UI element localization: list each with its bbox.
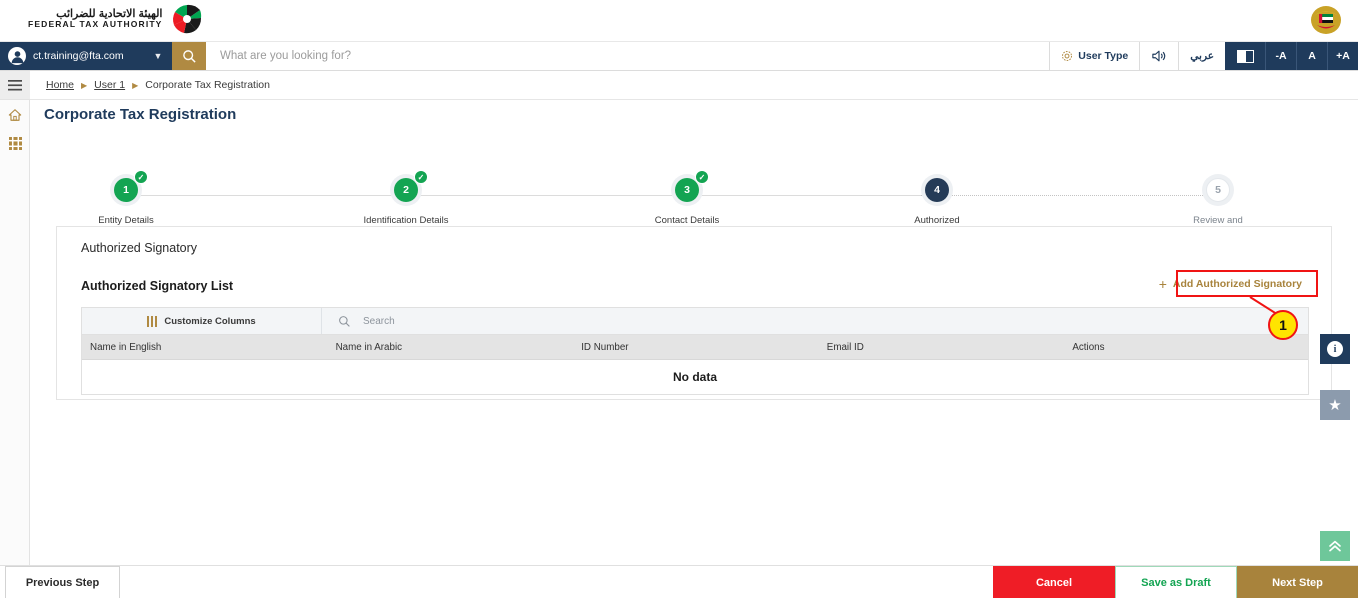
step-number-4: 4 bbox=[925, 178, 949, 202]
font-decrease-label: -A bbox=[1275, 50, 1286, 62]
gear-icon bbox=[1061, 50, 1073, 62]
next-step-button[interactable]: Next Step bbox=[1237, 566, 1358, 598]
column-header-name-arabic[interactable]: Name in Arabic bbox=[328, 335, 574, 359]
breadcrumb: Home ▶ User 1 ▶ Corporate Tax Registrati… bbox=[30, 71, 1358, 100]
user-email-label: ct.training@fta.com bbox=[33, 50, 145, 62]
step-number-3: 3 bbox=[675, 178, 699, 202]
uae-emblem-icon bbox=[1308, 2, 1344, 40]
chevron-down-icon[interactable]: ▼ bbox=[152, 51, 164, 61]
step-number-2: 2 bbox=[394, 178, 418, 202]
table-search-placeholder: Search bbox=[363, 316, 395, 327]
contrast-toggle-button[interactable] bbox=[1225, 42, 1265, 70]
add-authorized-signatory-button[interactable]: + Add Authorized Signatory bbox=[1152, 272, 1309, 296]
breadcrumb-home[interactable]: Home bbox=[46, 79, 74, 91]
step-node-2: 2 ✓ bbox=[390, 174, 422, 206]
menu-toggle-button[interactable] bbox=[0, 71, 30, 100]
font-normal-button[interactable]: A bbox=[1296, 42, 1327, 70]
previous-step-button[interactable]: Previous Step bbox=[5, 566, 120, 598]
font-increase-button[interactable]: +A bbox=[1327, 42, 1358, 70]
double-chevron-up-icon bbox=[1327, 539, 1343, 553]
breadcrumb-current: Corporate Tax Registration bbox=[145, 79, 270, 91]
check-icon: ✓ bbox=[695, 170, 709, 184]
breadcrumb-user[interactable]: User 1 bbox=[94, 79, 125, 91]
customize-columns-label: Customize Columns bbox=[164, 316, 255, 327]
font-normal-label: A bbox=[1308, 50, 1316, 62]
info-icon: i bbox=[1327, 341, 1343, 357]
step-identification-details[interactable]: 2 ✓ Identification Details bbox=[358, 174, 454, 227]
user-type-label: User Type bbox=[1078, 50, 1128, 62]
page-title: Corporate Tax Registration bbox=[44, 106, 236, 123]
check-icon: ✓ bbox=[134, 170, 148, 184]
table-search-field[interactable]: Search bbox=[322, 308, 1308, 334]
no-data-label: No data bbox=[673, 370, 717, 384]
grid-icon bbox=[9, 137, 22, 150]
step-node-5: 5 bbox=[1202, 174, 1234, 206]
columns-icon bbox=[147, 316, 157, 327]
customize-columns-button[interactable]: Customize Columns bbox=[82, 308, 322, 334]
star-icon: ★ bbox=[1328, 396, 1341, 414]
top-navbar: ct.training@fta.com ▼ User Type bbox=[0, 42, 1358, 71]
table-toolbar: Customize Columns Search bbox=[82, 308, 1308, 335]
contrast-icon bbox=[1237, 50, 1254, 63]
annotation-marker-1: 1 bbox=[1268, 310, 1298, 340]
main-content: Corporate Tax Registration 1 ✓ Entity De… bbox=[30, 100, 1358, 565]
left-rail bbox=[0, 71, 30, 598]
column-header-name-english[interactable]: Name in English bbox=[82, 335, 328, 359]
rail-item-home[interactable] bbox=[0, 100, 30, 129]
user-account-selector[interactable]: ct.training@fta.com ▼ bbox=[0, 42, 172, 70]
fta-logo[interactable]: الهيئة الاتحادية للضرائب FEDERAL TAX AUT… bbox=[28, 3, 204, 35]
arabic-label: عربي bbox=[1190, 50, 1214, 62]
speaker-icon bbox=[1151, 49, 1167, 63]
breadcrumb-separator-icon: ▶ bbox=[132, 81, 138, 90]
plus-icon: + bbox=[1159, 277, 1167, 291]
registration-stepper: 1 ✓ Entity Details 2 ✓ Identification De… bbox=[30, 140, 1358, 210]
search-button[interactable] bbox=[172, 42, 206, 70]
user-type-button[interactable]: User Type bbox=[1049, 42, 1139, 70]
avatar bbox=[8, 47, 26, 65]
global-search-field[interactable] bbox=[206, 42, 1049, 70]
help-info-button[interactable]: i bbox=[1320, 334, 1350, 364]
search-icon bbox=[182, 49, 197, 64]
font-increase-label: +A bbox=[1336, 50, 1350, 62]
card-list-title: Authorized Signatory List bbox=[81, 279, 233, 293]
font-decrease-button[interactable]: -A bbox=[1265, 42, 1296, 70]
step-contact-details[interactable]: 3 ✓ Contact Details bbox=[639, 174, 735, 227]
text-to-speech-button[interactable] bbox=[1139, 42, 1178, 70]
step-entity-details[interactable]: 1 ✓ Entity Details bbox=[78, 174, 174, 227]
step-node-1: 1 ✓ bbox=[110, 174, 142, 206]
fta-logo-english: FEDERAL TAX AUTHORITY bbox=[28, 20, 163, 29]
app-window: الهيئة الاتحادية للضرائب FEDERAL TAX AUT… bbox=[0, 0, 1358, 598]
hamburger-icon bbox=[8, 80, 22, 91]
column-header-email-id[interactable]: Email ID bbox=[819, 335, 1065, 359]
add-authorized-signatory-label: Add Authorized Signatory bbox=[1173, 278, 1302, 290]
home-icon bbox=[8, 108, 22, 122]
scroll-to-top-button[interactable] bbox=[1320, 531, 1350, 561]
fta-logo-text: الهيئة الاتحادية للضرائب FEDERAL TAX AUT… bbox=[28, 9, 163, 29]
step-number-5: 5 bbox=[1206, 178, 1230, 202]
card-section-title: Authorized Signatory bbox=[81, 241, 197, 255]
search-icon bbox=[338, 315, 351, 328]
rail-item-dashboard[interactable] bbox=[0, 129, 30, 158]
table-header-row: Name in English Name in Arabic ID Number… bbox=[82, 335, 1308, 360]
fta-pinwheel-icon bbox=[170, 3, 204, 35]
column-header-actions[interactable]: Actions bbox=[1064, 335, 1308, 359]
search-input[interactable] bbox=[220, 50, 1049, 62]
cancel-button[interactable]: Cancel bbox=[993, 566, 1115, 598]
table-empty-row: No data bbox=[82, 360, 1308, 394]
step-node-3: 3 ✓ bbox=[671, 174, 703, 206]
authorized-signatory-table: Customize Columns Search Name in English… bbox=[81, 307, 1309, 395]
favorite-button[interactable]: ★ bbox=[1320, 390, 1350, 420]
nav-tools: User Type عربي -A A +A bbox=[1049, 42, 1358, 70]
column-header-id-number[interactable]: ID Number bbox=[573, 335, 819, 359]
step-number-1: 1 bbox=[114, 178, 138, 202]
footer-action-bar: Previous Step Cancel Save as Draft Next … bbox=[0, 565, 1358, 598]
language-toggle-arabic[interactable]: عربي bbox=[1178, 42, 1225, 70]
save-as-draft-button[interactable]: Save as Draft bbox=[1115, 566, 1237, 598]
check-icon: ✓ bbox=[414, 170, 428, 184]
breadcrumb-separator-icon: ▶ bbox=[81, 81, 87, 90]
logo-bar: الهيئة الاتحادية للضرائب FEDERAL TAX AUT… bbox=[0, 0, 1358, 42]
step-node-4: 4 bbox=[921, 174, 953, 206]
authorized-signatory-card: Authorized Signatory Authorized Signator… bbox=[56, 226, 1332, 400]
